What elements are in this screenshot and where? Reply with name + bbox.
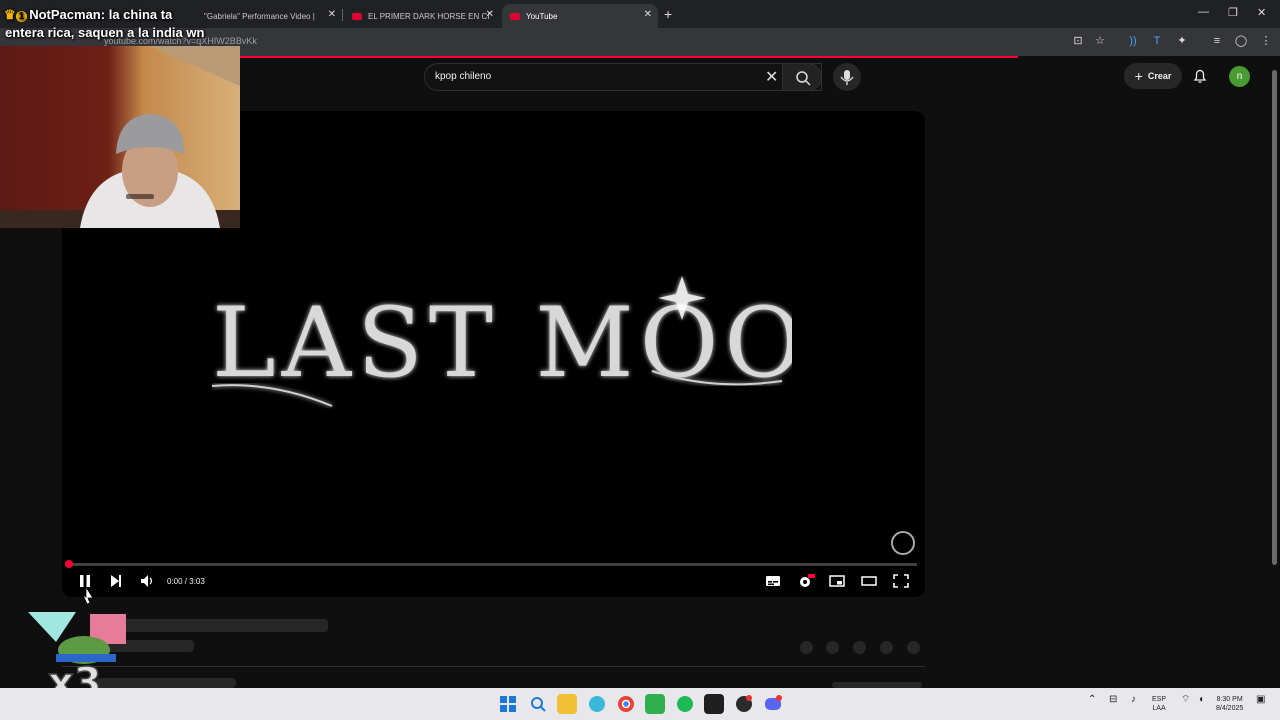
tray-chevron-icon[interactable]: ⌃ — [1088, 695, 1096, 705]
extension-wave-icon[interactable]: )) — [1126, 34, 1140, 48]
spotify-icon[interactable] — [675, 694, 695, 714]
notification-center-icon[interactable]: ▣ — [1256, 695, 1265, 705]
avatar[interactable]: n — [1229, 66, 1250, 87]
create-label: Crear — [1147, 71, 1172, 81]
page-scrollbar[interactable] — [1272, 70, 1277, 565]
sub-badge: 1 — [15, 11, 28, 22]
youtube-favicon-icon — [510, 12, 520, 20]
terminal-icon[interactable] — [704, 694, 724, 714]
new-tab-icon[interactable]: + — [664, 6, 672, 22]
subtitles-icon[interactable] — [765, 574, 781, 588]
bookmark-star-icon[interactable]: ☆ — [1093, 34, 1107, 48]
language-indicator[interactable]: ESP LAA — [1152, 695, 1166, 713]
settings-gear-icon[interactable] — [797, 574, 815, 588]
green-app-icon[interactable] — [645, 694, 665, 714]
windows-taskbar: ⌃ ⊟ ♪ ESP LAA ⌔ ◖ 8:30 PM 8/4/2025 ▣ — [0, 688, 1280, 720]
action-placeholder — [826, 641, 839, 654]
search-icon — [796, 71, 811, 86]
youtube-favicon-icon — [352, 12, 362, 20]
windows-start-icon[interactable] — [498, 694, 518, 714]
discord-icon[interactable] — [763, 694, 783, 714]
title-placeholder — [96, 619, 328, 632]
clear-search-icon[interactable]: ✕ — [765, 67, 778, 87]
chat-overlay: ♛ 1 NotPacman: la china ta — [4, 6, 172, 26]
tab-separator — [342, 9, 343, 21]
tab-label: EL PRIMER DARK HORSE EN CI — [368, 11, 490, 21]
action-placeholder — [880, 641, 893, 654]
close-icon[interactable]: ✕ — [328, 9, 336, 20]
clock-time: 8:30 PM — [1216, 696, 1243, 703]
volume-icon[interactable] — [140, 574, 156, 588]
microphone-icon — [840, 70, 854, 85]
profile-icon[interactable]: ◯ — [1234, 34, 1248, 48]
mouse-cursor-icon — [82, 586, 94, 605]
time-display: 0:00 / 3:03 — [167, 577, 205, 586]
file-explorer-icon[interactable] — [557, 694, 577, 714]
action-placeholder — [800, 641, 813, 654]
media-queue-icon[interactable]: ≡ — [1210, 34, 1224, 48]
tab-gabriela[interactable]: "Gabriela" Performance Video | ✕ — [196, 4, 342, 28]
create-button[interactable]: + Crear — [1124, 63, 1182, 89]
language-bottom: LAA — [1152, 705, 1166, 712]
search-button[interactable] — [782, 63, 822, 91]
divider — [62, 666, 925, 667]
streamer-figure — [0, 46, 240, 228]
chrome-icon[interactable] — [616, 694, 636, 714]
miniplayer-icon[interactable] — [829, 574, 845, 588]
network-tray-icon[interactable]: ⊟ — [1109, 695, 1117, 705]
window-close-icon[interactable]: ✕ — [1257, 6, 1266, 19]
fullscreen-icon[interactable] — [893, 574, 909, 588]
last-moon-logo: LAST MOON — [212, 276, 792, 407]
action-placeholder — [907, 641, 920, 654]
tab-youtube[interactable]: YouTube ✕ — [502, 4, 658, 28]
search-input[interactable]: kpop chileno — [435, 71, 491, 82]
translate-icon[interactable]: T — [1150, 34, 1164, 48]
seek-handle[interactable] — [65, 560, 73, 568]
chat-message-continued: entera rica, saquen a la india wn — [5, 25, 205, 40]
webcam-overlay — [0, 46, 240, 228]
language-top: ESP — [1152, 696, 1167, 703]
speaker-icon[interactable]: ◖ — [1198, 695, 1204, 705]
tab-dark-horse[interactable]: EL PRIMER DARK HORSE EN CI ✕ — [344, 4, 500, 28]
voice-search-button[interactable] — [833, 63, 861, 91]
plus-icon: + — [1134, 68, 1143, 84]
tab-label: "Gabriela" Performance Video | — [204, 11, 315, 21]
menu-kebab-icon[interactable]: ⋮ — [1259, 34, 1273, 48]
notifications-bell-icon[interactable] — [1192, 68, 1208, 84]
extensions-puzzle-icon[interactable]: ✦ — [1175, 34, 1189, 48]
minimize-icon[interactable]: — — [1198, 6, 1209, 18]
chat-message: la china ta — [108, 7, 173, 22]
chat-username: NotPacman: — [29, 7, 106, 22]
search-box[interactable]: kpop chileno ✕ — [424, 63, 822, 91]
close-icon[interactable]: ✕ — [644, 9, 652, 20]
action-placeholder — [853, 641, 866, 654]
clock[interactable]: 8:30 PM 8/4/2025 — [1216, 695, 1243, 713]
search-icon[interactable] — [528, 694, 548, 714]
seek-bar[interactable] — [70, 563, 917, 566]
wifi-icon[interactable]: ⌔ — [1181, 695, 1190, 705]
next-icon[interactable] — [109, 574, 123, 588]
maximize-icon[interactable]: ❐ — [1228, 6, 1238, 19]
obs-icon[interactable] — [734, 694, 754, 714]
install-icon[interactable]: ⊡ — [1071, 34, 1085, 48]
mic-tray-icon[interactable]: ♪ — [1131, 695, 1136, 705]
tab-label: YouTube — [526, 11, 558, 21]
clock-date: 8/4/2025 — [1216, 705, 1244, 712]
theater-mode-icon[interactable] — [861, 574, 877, 588]
close-icon[interactable]: ✕ — [486, 9, 494, 20]
crown-icon: ♛ — [4, 7, 16, 22]
edge-icon[interactable] — [587, 694, 607, 714]
browser-tab-strip: "Gabriela" Performance Video | ✕ EL PRIM… — [0, 0, 1280, 28]
channel-watermark-icon[interactable] — [891, 531, 915, 555]
